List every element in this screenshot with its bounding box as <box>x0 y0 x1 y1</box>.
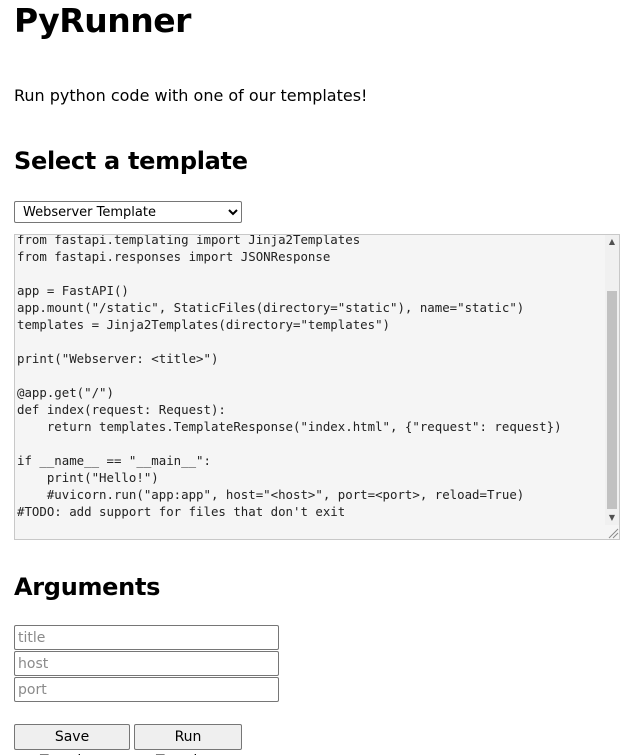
scroll-thumb[interactable] <box>607 291 617 509</box>
page-title: PyRunner <box>14 1 191 40</box>
scroll-up-arrow-icon[interactable]: ▲ <box>605 235 619 249</box>
resize-grip-icon[interactable] <box>605 525 619 539</box>
arguments-heading: Arguments <box>14 573 161 601</box>
template-select[interactable]: Webserver Template <box>14 201 242 223</box>
page-subtitle: Run python code with one of our template… <box>14 86 368 105</box>
title-input[interactable] <box>14 625 279 650</box>
code-editor[interactable]: from fastapi.templating import Jinja2Tem… <box>14 234 620 540</box>
code-text[interactable]: from fastapi.templating import Jinja2Tem… <box>17 235 562 520</box>
scroll-down-arrow-icon[interactable]: ▼ <box>605 511 619 525</box>
host-input[interactable] <box>14 651 279 676</box>
code-scrollbar[interactable]: ▲ ▼ <box>605 235 619 525</box>
select-template-heading: Select a template <box>14 147 248 175</box>
run-template-button[interactable]: Run Template <box>134 724 242 755</box>
page: PyRunner Run python code with one of our… <box>0 0 633 755</box>
port-input[interactable] <box>14 677 279 702</box>
save-template-button[interactable]: Save Template <box>14 724 130 755</box>
